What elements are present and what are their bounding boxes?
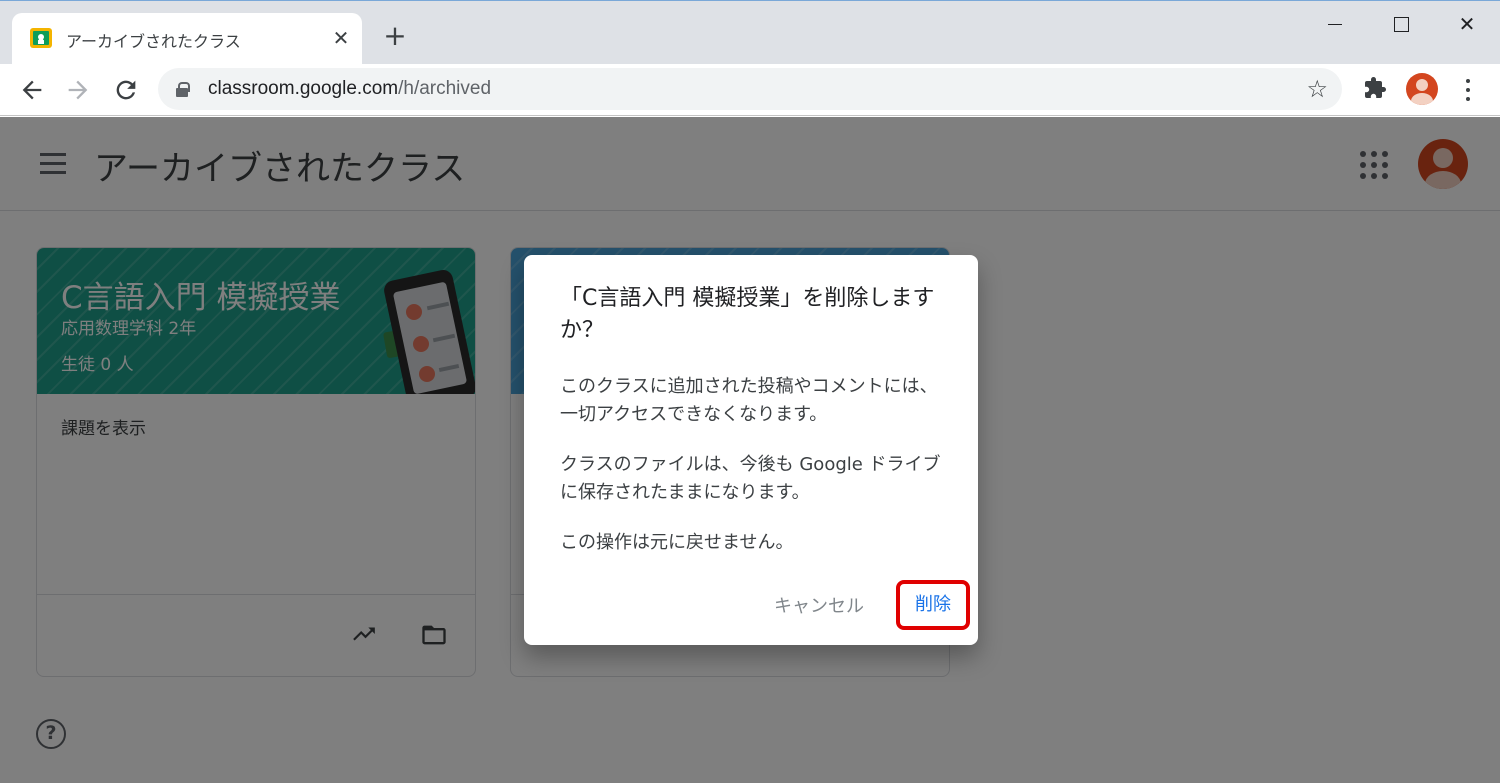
new-tab-button[interactable]: + [382, 22, 408, 50]
extensions-puzzle-icon[interactable] [1362, 76, 1388, 102]
reload-icon[interactable] [112, 76, 140, 104]
browser-menu-icon[interactable] [1456, 76, 1480, 104]
lock-icon[interactable] [176, 82, 190, 97]
delete-class-dialog: 「C言語入門 模擬授業」を削除しますか？ このクラスに追加された投稿やコメントに… [524, 255, 978, 645]
dialog-message-files: クラスのファイルは、今後も Google ドライブに保存されたままになります。 [560, 454, 941, 503]
browser-toolbar: classroom.google.com/h/archived ☆ [0, 64, 1500, 116]
url-text[interactable]: classroom.google.com/h/archived [208, 78, 491, 100]
browser-profile-avatar[interactable] [1406, 73, 1438, 105]
delete-button[interactable]: 削除 [896, 580, 970, 630]
dialog-message-posts: このクラスに追加された投稿やコメントには、一切アクセスできなくなります。 [560, 376, 938, 425]
dialog-title: 「C言語入門 模擬授業」を削除しますか？ [560, 286, 935, 343]
url-host: classroom.google.com [208, 78, 399, 99]
tab-close-icon[interactable]: ✕ [330, 27, 352, 49]
url-path: /h/archived [398, 78, 492, 99]
bookmark-star-icon[interactable]: ☆ [1306, 75, 1328, 103]
back-arrow-icon[interactable] [18, 76, 46, 104]
browser-tab[interactable]: アーカイブされたクラス ✕ [12, 13, 362, 65]
cancel-button[interactable]: キャンセル [764, 589, 874, 625]
window-close-button[interactable]: ✕ [1452, 11, 1482, 37]
classroom-favicon-icon [30, 28, 52, 48]
address-bar[interactable]: classroom.google.com/h/archived ☆ [158, 68, 1342, 110]
window-minimize-button[interactable] [1320, 11, 1350, 37]
window-maximize-button[interactable] [1386, 11, 1416, 37]
browser-tab-strip: アーカイブされたクラス ✕ + ✕ [0, 0, 1500, 65]
forward-arrow-icon[interactable] [64, 76, 92, 104]
dialog-message-irreversible: この操作は元に戻せません。 [560, 532, 794, 553]
tab-title: アーカイブされたクラス [66, 32, 241, 51]
